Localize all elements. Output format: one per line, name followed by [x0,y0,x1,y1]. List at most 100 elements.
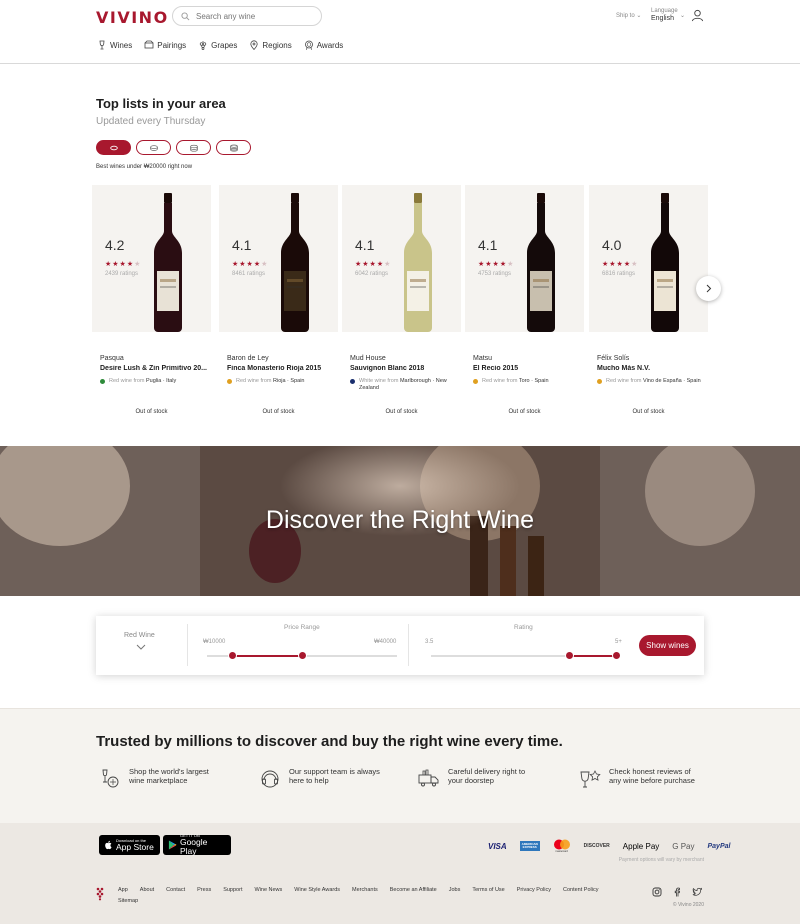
nav-item-regions[interactable]: Regions [249,40,292,50]
footer-link-merchants[interactable]: Merchants [352,885,378,896]
footer-link-privacy-policy[interactable]: Privacy Policy [517,885,551,896]
price-tier-2-pill[interactable] [136,140,171,155]
region-text[interactable]: Vino de España · Spain [643,378,701,384]
price-min-value: ₩10000 [203,639,226,645]
rating-min-value: 3.5 [425,639,434,645]
price-tier-4-pill[interactable] [216,140,251,155]
wine-card[interactable]: 4.1 ★★★★★ 6042 ratings Mud House Sauvignon B… [342,185,461,433]
marketplace-icon [102,769,119,788]
trust-text: Our support team is always here to help [289,767,380,785]
language-selector[interactable]: Language English [651,8,678,22]
nav-item-awards[interactable]: Awards [304,40,343,50]
wine-name[interactable]: Desire Lush & Zin Primitivo 20... [100,365,208,372]
country-flag-icon [227,379,232,384]
star-filled-icon: ★★★★ [355,261,385,268]
nav-label: Pairings [157,40,187,50]
nav-label: Regions [262,40,292,50]
wine-type-text: Red wine from [482,378,518,384]
instagram-icon[interactable] [652,887,662,897]
footer-link-content-policy[interactable]: Content Policy [563,885,598,896]
chevron-down-icon: ⌄ [636,13,642,19]
site-header: VIVINO Ship to ⌄ Language English ⌄ Wine… [0,0,800,64]
wine-name[interactable]: Mucho Más N.V. [597,365,705,372]
vivino-logo[interactable]: VIVINO [96,8,169,27]
price-min-handle[interactable] [227,651,237,660]
footer-link-sitemap[interactable]: Sitemap [118,896,138,907]
region-text[interactable]: Toro · Spain [519,378,549,384]
price-tier-1-pill[interactable] [96,140,131,155]
price-max-handle[interactable] [297,651,307,660]
twitter-icon[interactable] [692,887,702,897]
trust-item: Check honest reviews of any wine before … [578,767,701,791]
footer-link-jobs[interactable]: Jobs [449,885,461,896]
price-tier-3-pill[interactable] [176,140,211,155]
region-text[interactable]: Rioja · Spain [273,378,305,384]
wine-bottle-image[interactable] [398,193,438,333]
wine-card[interactable]: 4.2 ★★★★★ 2439 ratings Pasqua Desire Lush & … [92,185,211,433]
wine-card[interactable]: 4.0 ★★★★★ 6816 ratings Félix Solís Mucho Más… [589,185,708,433]
footer-link-app[interactable]: App [118,885,128,896]
rating-max-handle[interactable] [611,651,621,660]
wine-bottle-image[interactable] [521,193,561,333]
google-play-icon [168,840,177,850]
google-play-button[interactable]: GET IT ON Google Play [163,834,231,856]
wine-name[interactable]: Finca Monasterio Rioja 2015 [227,365,335,372]
trust-section: Trusted by millions to discover and buy … [0,708,800,823]
ship-to-selector[interactable]: Ship to ⌄ [616,12,641,19]
stock-status: Out of stock [508,409,541,415]
wine-bottle-image[interactable] [148,193,188,333]
footer-link-wine-style-awards[interactable]: Wine Style Awards [294,885,340,896]
social-links [652,887,702,897]
wine-bottle-image[interactable] [275,193,315,333]
footer-link-support[interactable]: Support [223,885,242,896]
wine-name[interactable]: El Recio 2015 [473,365,581,372]
wine-winery: Baron de Ley [227,355,269,362]
wine-rating: 4.1 [232,237,252,253]
star-empty-icon: ★ [384,261,392,268]
app-store-label: App Store [116,841,154,852]
coins-4-icon [229,144,238,152]
search-input[interactable] [196,11,316,21]
rating-stars: ★★★★★ [478,260,514,268]
reviews-icon [580,770,601,788]
mastercard-circles [553,839,570,850]
wine-winery: Matsu [473,355,493,362]
nav-item-pairings[interactable]: Pairings [144,40,186,50]
wine-region: Red wine from Puglia · Italy [100,378,208,385]
apple-icon [105,840,112,850]
trust-text: Careful delivery right to your doorstep [448,767,526,785]
nav-item-grapes[interactable]: Grapes [198,40,237,50]
region-text[interactable]: Puglia · Italy [146,378,176,384]
carousel-next-button[interactable] [696,276,721,301]
footer-link-about[interactable]: About [140,885,154,896]
wine-bottle-image[interactable] [645,193,685,333]
user-icon[interactable] [691,9,704,22]
wine-card[interactable]: 4.1 ★★★★★ 8461 ratings Baron de Ley Finca Mo… [219,185,338,433]
footer-link-terms-of-use[interactable]: Terms of Use [472,885,504,896]
wine-type-text: White wine from [359,378,399,384]
rating-min-handle[interactable] [565,651,575,660]
footer-link-contact[interactable]: Contact [166,885,185,896]
show-wines-button[interactable]: Show wines [639,635,696,656]
star-empty-icon: ★ [261,261,269,268]
star-filled-icon: ★★★★ [478,261,508,268]
wine-name[interactable]: Sauvignon Blanc 2018 [350,365,458,372]
stock-status: Out of stock [135,409,168,415]
footer-link-press[interactable]: Press [197,885,211,896]
wine-region: Red wine from Toro · Spain [473,378,581,385]
vivino-grape-icon[interactable] [96,887,104,901]
footer-link-become-an-affiliate[interactable]: Become an Affiliate [390,885,437,896]
coins-2-icon [149,144,158,151]
stock-status: Out of stock [632,409,665,415]
price-caption: Best wines under ₩20000 right now [96,164,193,170]
location-pin-icon [250,40,258,50]
wine-type-select[interactable]: Red Wine [124,632,155,639]
footer-link-wine-news[interactable]: Wine News [254,885,282,896]
wine-winery: Pasqua [100,355,124,362]
search-box[interactable] [172,6,322,26]
nav-item-wines[interactable]: Wines [97,40,132,50]
wine-card[interactable]: 4.1 ★★★★★ 4753 ratings Matsu El Recio 2015 Re… [465,185,584,433]
facebook-icon[interactable] [672,887,682,897]
app-store-button[interactable]: Download on the App Store [99,835,160,855]
chevron-down-icon[interactable] [136,644,146,650]
